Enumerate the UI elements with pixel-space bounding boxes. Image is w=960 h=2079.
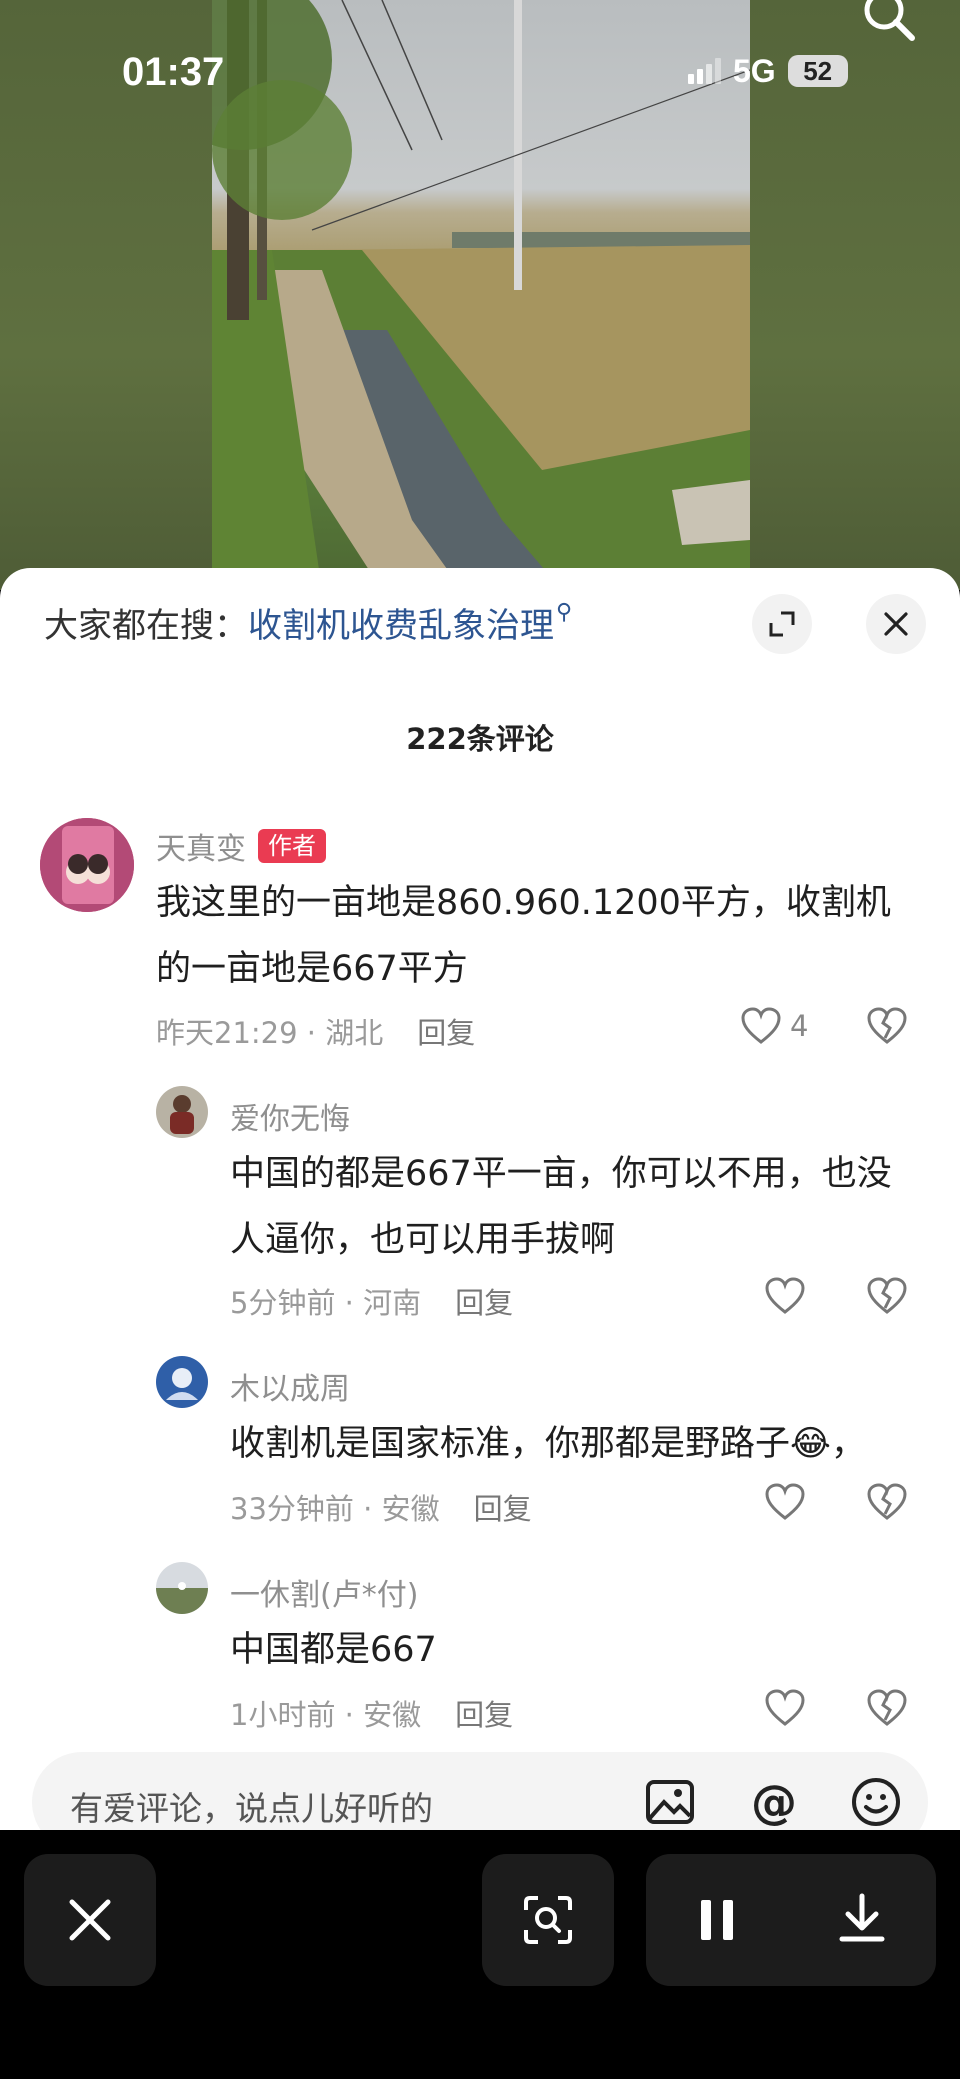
close-panel-button[interactable]: [866, 594, 926, 654]
heart-icon: [765, 1277, 805, 1314]
status-time: 01:37: [122, 50, 225, 94]
like-button[interactable]: [764, 1482, 806, 1522]
pause-button[interactable]: [697, 1897, 737, 1943]
comment-time-location: 33分钟前 · 安徽: [230, 1492, 440, 1526]
username-text: 一休割(卢*付): [230, 1578, 419, 1613]
video-player[interactable]: 01:37 5G 52: [0, 0, 960, 590]
broken-heart-icon: [867, 1007, 907, 1044]
comment-username[interactable]: 天真变 作者: [156, 824, 326, 868]
reply-button[interactable]: 回复: [474, 1486, 532, 1528]
broken-heart-icon: [867, 1483, 907, 1520]
download-icon: [839, 1893, 884, 1942]
svg-text:@: @: [751, 1776, 797, 1828]
comment-time-location: 5分钟前 · 河南: [230, 1286, 422, 1320]
like-count: 4: [790, 1009, 809, 1043]
expand-button[interactable]: [752, 594, 812, 654]
comment-input-placeholder: 有爱评论，说点儿好听的: [70, 1789, 433, 1828]
toolbar-lens-button[interactable]: [482, 1854, 614, 1986]
comments-panel: 大家都在搜： 收割机收费乱象治理 ⚲ 222条评论 天真变 作者 我这里的一亩地…: [0, 568, 960, 1830]
comment-text: 收割机是国家标准，你那都是野路子😂，: [230, 1424, 866, 1464]
dislike-button[interactable]: [866, 1276, 908, 1320]
comment-username[interactable]: 一休割(卢*付): [230, 1570, 418, 1614]
emoji-icon[interactable]: [850, 1776, 902, 1828]
search-icon[interactable]: [858, 0, 918, 44]
hot-search-link[interactable]: 收割机收费乱象治理: [248, 598, 554, 647]
toolbar-close-button[interactable]: [24, 1854, 156, 1986]
avatar[interactable]: [156, 1562, 208, 1614]
comment-meta: 5分钟前 · 河南 回复: [230, 1280, 513, 1322]
comment-time-location: 昨天21:29 · 湖北: [156, 1016, 384, 1050]
image-icon[interactable]: [644, 1776, 696, 1828]
comment-username[interactable]: 木以成周: [230, 1364, 350, 1408]
like-button[interactable]: [764, 1276, 806, 1316]
dislike-button[interactable]: [866, 1482, 908, 1526]
search-small-icon: ⚲: [556, 600, 573, 625]
pause-icon: [700, 1900, 733, 1940]
download-button[interactable]: [838, 1893, 886, 1947]
heart-icon: [741, 1007, 781, 1044]
avatar[interactable]: [156, 1086, 208, 1138]
username-text: 木以成周: [230, 1372, 350, 1407]
close-icon: [69, 1899, 111, 1941]
bottom-toolbar: [0, 1830, 960, 2079]
dislike-button[interactable]: [866, 1688, 908, 1732]
avatar[interactable]: [40, 818, 134, 912]
comment-text: 中国都是667: [230, 1630, 437, 1670]
toolbar-media-controls: [646, 1854, 936, 1986]
comment-count-title: 222条评论: [406, 722, 554, 756]
at-icon[interactable]: @: [748, 1775, 800, 1829]
broken-heart-icon: [867, 1689, 907, 1726]
comment-meta: 昨天21:29 · 湖北 回复: [156, 1010, 475, 1052]
comment-input[interactable]: 有爱评论，说点儿好听的 @: [32, 1752, 928, 1830]
heart-icon: [765, 1483, 805, 1520]
username-text: 爱你无悔: [230, 1102, 350, 1137]
network-type: 5G: [733, 52, 776, 89]
author-badge: 作者: [258, 829, 326, 863]
hot-search-prefix: 大家都在搜：: [44, 606, 248, 646]
hot-search-bar: 大家都在搜： 收割机收费乱象治理 ⚲: [44, 598, 572, 647]
username-text: 天真变: [156, 832, 246, 867]
status-indicators: 5G 52: [688, 50, 848, 92]
comment-text: 中国的都是667平一亩，你可以不用，也没人逼你，也可以用手拔啊: [230, 1154, 892, 1260]
video-frame: [212, 0, 750, 590]
dislike-button[interactable]: [866, 1006, 908, 1050]
video-scene: [212, 0, 750, 590]
like-button[interactable]: [764, 1688, 806, 1728]
close-icon: [884, 612, 908, 636]
comment-meta: 1小时前 · 安徽 回复: [230, 1692, 513, 1734]
broken-heart-icon: [867, 1277, 907, 1314]
heart-icon: [765, 1689, 805, 1726]
comment-time-location: 1小时前 · 安徽: [230, 1698, 422, 1732]
comment-username[interactable]: 爱你无悔: [230, 1094, 350, 1138]
comment-meta: 33分钟前 · 安徽 回复: [230, 1486, 532, 1528]
battery-level: 52: [787, 55, 848, 87]
reply-button[interactable]: 回复: [455, 1692, 513, 1734]
lens-scan-icon: [524, 1896, 572, 1944]
comment-text: 我这里的一亩地是860.960.1200平方，收割机的一亩地是667平方: [156, 883, 891, 989]
avatar[interactable]: [156, 1356, 208, 1408]
like-button[interactable]: 4: [740, 1006, 808, 1046]
reply-button[interactable]: 回复: [455, 1280, 513, 1322]
expand-icon: [769, 611, 795, 637]
reply-button[interactable]: 回复: [417, 1010, 475, 1052]
signal-icon: [688, 58, 721, 84]
